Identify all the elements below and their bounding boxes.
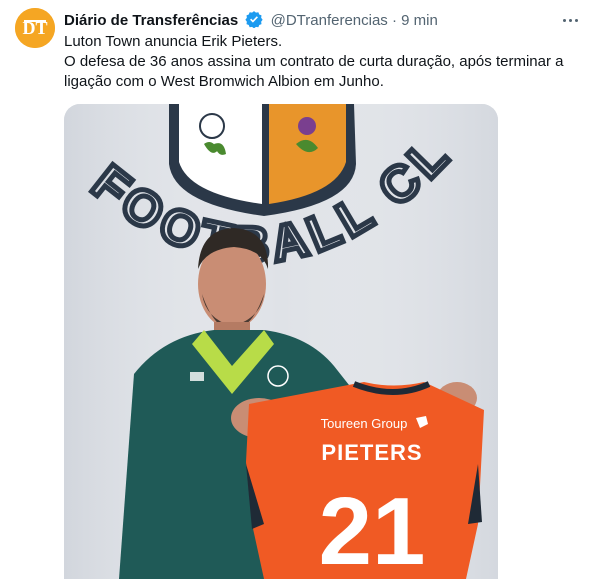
tweet-line: ligação com o West Bromwich Albion em Ju… — [64, 73, 384, 90]
avatar[interactable]: DT — [15, 8, 55, 48]
held-shirt: Toureen Group PIETERS 21 — [246, 381, 484, 579]
dt-logo-icon: DT — [15, 8, 55, 48]
verified-badge-icon — [245, 10, 264, 34]
more-options-icon[interactable] — [559, 10, 581, 30]
account-name[interactable]: Diário de Transferências — [64, 12, 238, 29]
tweet-line: Luton Town anuncia Erik Pieters. — [64, 33, 283, 50]
tweet-photo[interactable]: FOOTBALL CLUB — [64, 104, 498, 579]
tweet-line: O defesa de 36 anos assina um contrato d… — [64, 53, 564, 70]
account-handle[interactable]: @DTranferencias — [271, 12, 388, 29]
shirt-name: PIETERS — [321, 440, 422, 465]
separator-dot: · — [391, 12, 397, 29]
tweet[interactable]: DT Diário de Transferências @DTranferenc… — [0, 0, 599, 579]
shirt-sponsor: Toureen Group — [321, 416, 408, 431]
tweet-text: Luton Town anuncia Erik Pieters. O defes… — [64, 32, 589, 92]
shirt-number: 21 — [319, 478, 426, 579]
tweet-header: Diário de Transferências @DTranferencias… — [64, 10, 438, 34]
tweet-time[interactable]: 9 min — [401, 12, 438, 29]
